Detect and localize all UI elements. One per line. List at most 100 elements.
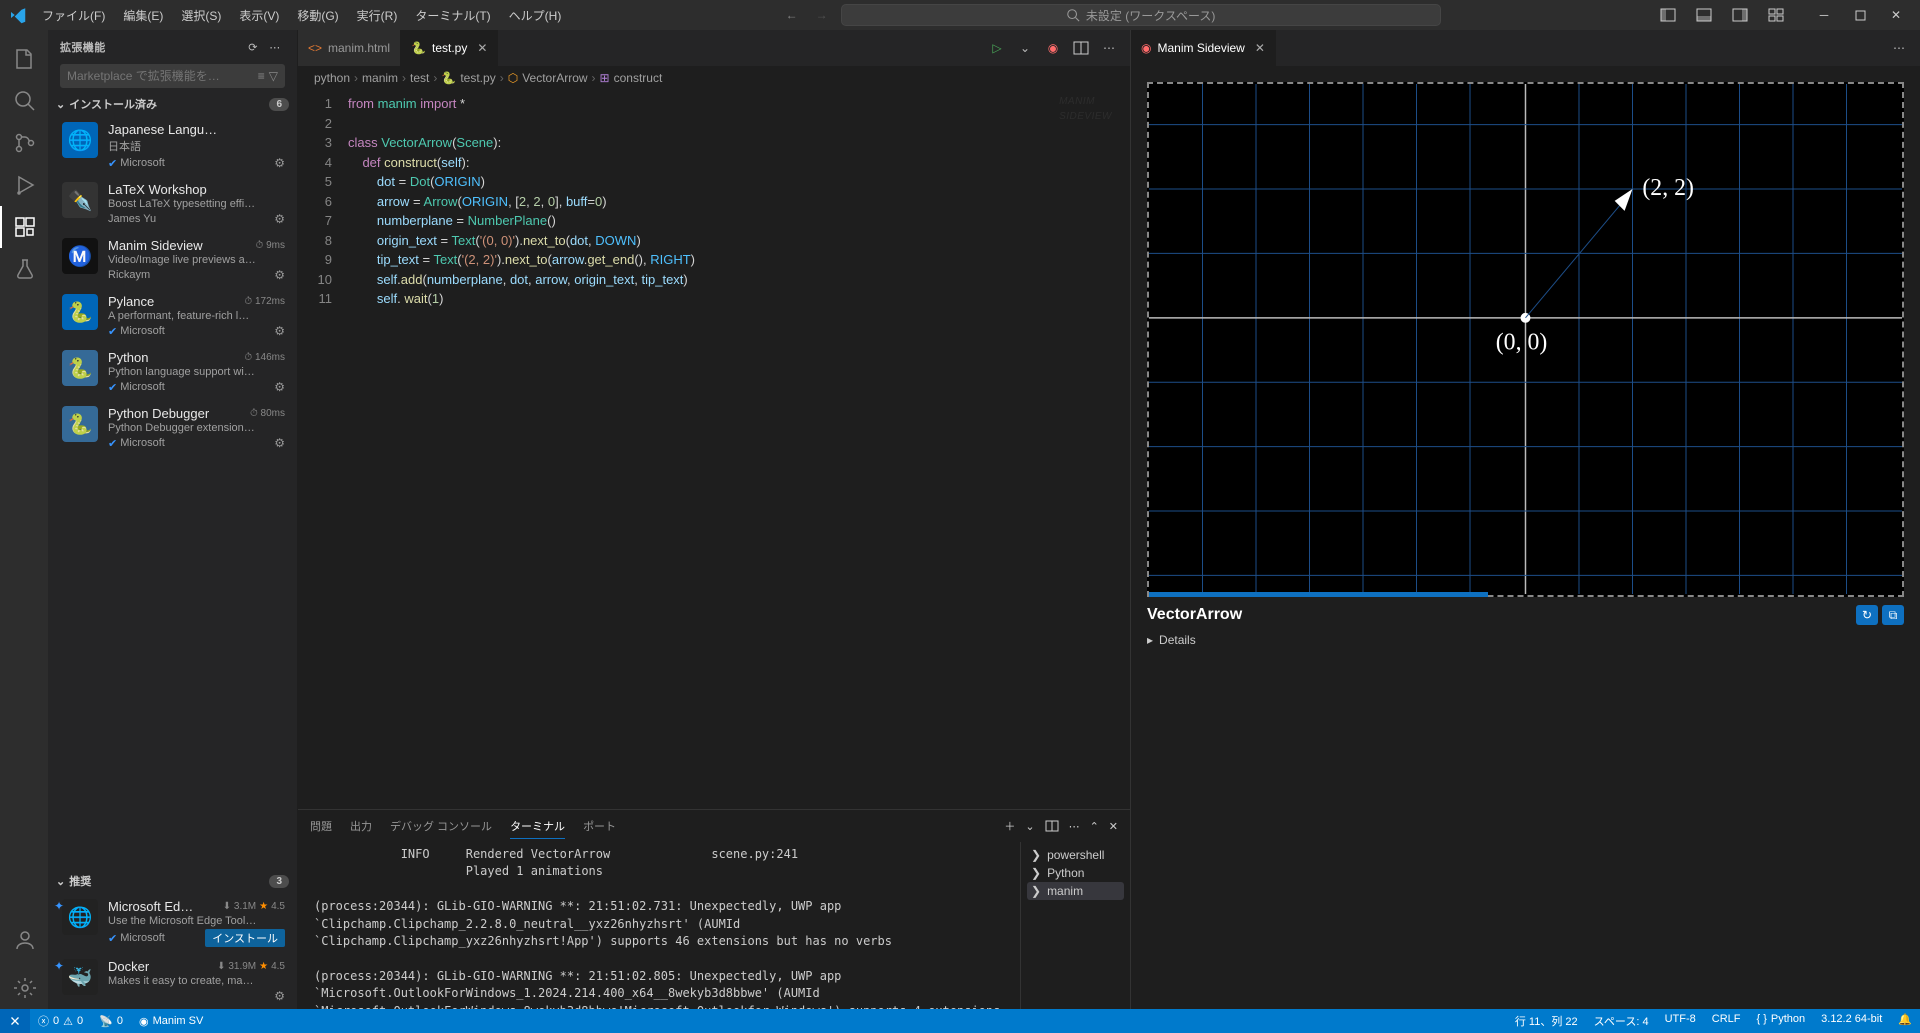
breadcrumbs[interactable]: python› manim› test› 🐍test.py› ⬡VectorAr…	[298, 66, 1130, 90]
menu-edit[interactable]: 編集(E)	[115, 3, 171, 28]
layout-toggle-bot-icon[interactable]	[1688, 1, 1720, 29]
terminal-manim[interactable]: ❯manim	[1027, 882, 1124, 900]
menu-go[interactable]: 移動(G)	[289, 3, 346, 28]
window-minimize-icon[interactable]: ─	[1808, 1, 1840, 29]
window-maximize-icon[interactable]	[1844, 1, 1876, 29]
ext-item[interactable]: 🐍 Python Debugger⏱ 80ms Python Debugger …	[48, 400, 297, 456]
panel-tab-problems[interactable]: 問題	[310, 814, 332, 838]
terminal-python[interactable]: ❯Python	[1027, 864, 1124, 882]
split-run-icon[interactable]: ⌄	[1014, 37, 1036, 59]
sb-encoding[interactable]: UTF-8	[1657, 1013, 1704, 1025]
menu-file[interactable]: ファイル(F)	[34, 3, 113, 28]
code-editor[interactable]: MANIMSIDEVIEW 1234567891011 from manim i…	[298, 90, 1130, 809]
sb-eol[interactable]: CRLF	[1704, 1013, 1749, 1025]
ab-run-icon[interactable]	[0, 164, 48, 206]
section-installed[interactable]: ⌄ インストール済み 6	[48, 92, 297, 116]
ext-item[interactable]: ✒️ LaTeX Workshop Boost LaTeX typesettin…	[48, 176, 297, 232]
ab-account-icon[interactable]	[0, 919, 48, 961]
panel-close-icon[interactable]: ✕	[1109, 820, 1118, 833]
ext-search[interactable]: ≡ ▽	[60, 64, 285, 88]
gear-icon[interactable]: ⚙	[274, 436, 285, 450]
terminal-dropdown-icon[interactable]: ⌄	[1025, 820, 1034, 833]
nav-back-icon[interactable]: ←	[781, 4, 803, 26]
ext-name: Python Debugger	[108, 406, 209, 421]
refresh-icon[interactable]: ⟳	[243, 37, 263, 57]
funnel-icon[interactable]: ▽	[269, 69, 278, 83]
run-file-icon[interactable]: ▷	[986, 37, 1008, 59]
gear-icon[interactable]: ⚙	[274, 324, 285, 338]
panel-maximize-icon[interactable]: ⌃	[1090, 820, 1099, 833]
origin-label: (0, 0)	[1496, 330, 1547, 356]
manim-run-icon[interactable]: ◉	[1042, 37, 1064, 59]
sb-manim[interactable]: ◉ Manim SV	[131, 1009, 211, 1033]
sb-cursor-pos[interactable]: 行 11、列 22	[1507, 1013, 1586, 1029]
gear-icon[interactable]: ⚙	[274, 380, 285, 394]
gear-icon[interactable]: ⚙	[274, 989, 285, 1003]
editor-more-icon[interactable]: ⋯	[1098, 37, 1120, 59]
ab-testing-icon[interactable]	[0, 248, 48, 290]
sideview-preview[interactable]: (0, 0) (2, 2)	[1147, 82, 1904, 597]
clear-filter-icon[interactable]: ≡	[258, 69, 265, 83]
ab-explorer-icon[interactable]	[0, 38, 48, 80]
progress-bar[interactable]	[1149, 592, 1488, 597]
menu-terminal[interactable]: ターミナル(T)	[407, 3, 498, 28]
ext-item[interactable]: 🌐 Japanese Language Pack f… 日本語 ✔Microso…	[48, 116, 297, 176]
terminal-powershell[interactable]: ❯powershell	[1027, 846, 1124, 864]
close-tab-icon[interactable]: ✕	[477, 41, 487, 55]
sb-errors[interactable]: ⓧ 0 ⚠ 0	[30, 1009, 91, 1033]
panel-tab-output[interactable]: 出力	[350, 814, 372, 838]
remote-indicator[interactable]	[0, 1009, 30, 1033]
ext-item[interactable]: Ⓜ️ Manim Sideview⏱ 9ms Video/Image live …	[48, 232, 297, 288]
command-center[interactable]: 未設定 (ワークスペース)	[841, 4, 1441, 26]
tab-manim-html[interactable]: <> manim.html	[298, 30, 401, 66]
ab-settings-icon[interactable]	[0, 967, 48, 1009]
ext-item[interactable]: 🐍 Pylance⏱ 172ms A performant, feature-r…	[48, 288, 297, 344]
ext-item[interactable]: ✦ 🐳 Docker⬇ 31.9M ★ 4.5 Makes it easy to…	[48, 953, 297, 1009]
details-toggle[interactable]: ▸ Details	[1147, 633, 1904, 647]
more-icon[interactable]: ⋯	[265, 37, 285, 57]
method-icon: ⊞	[600, 71, 610, 85]
section-recommended[interactable]: ⌄ 推奨 3	[48, 869, 297, 893]
layout-custom-icon[interactable]	[1760, 1, 1792, 29]
tab-test-py[interactable]: 🐍 test.py ✕	[401, 30, 498, 66]
menu-help[interactable]: ヘルプ(H)	[501, 3, 570, 28]
close-tab-icon[interactable]: ✕	[1255, 41, 1265, 55]
install-button[interactable]: インストール	[205, 929, 285, 947]
sb-ports[interactable]: 📡 0	[91, 1009, 131, 1033]
python-file-icon: 🐍	[441, 71, 456, 85]
ext-item[interactable]: 🐍 Python⏱ 146ms Python language support …	[48, 344, 297, 400]
sideview-more-icon[interactable]: ⋯	[1888, 37, 1910, 59]
sb-indent[interactable]: スペース: 4	[1586, 1013, 1657, 1029]
split-editor-icon[interactable]	[1070, 37, 1092, 59]
new-terminal-icon[interactable]: ＋	[1004, 818, 1015, 834]
window-close-icon[interactable]: ✕	[1880, 1, 1912, 29]
terminal-output[interactable]: INFO Rendered VectorArrow scene.py:241 P…	[298, 842, 1020, 1009]
panel-tab-ports[interactable]: ポート	[583, 814, 616, 838]
ext-name: Microsoft Ed…	[108, 899, 193, 914]
sb-notifications-icon[interactable]: 🔔	[1890, 1013, 1920, 1026]
code-content[interactable]: from manim import * class VectorArrow(Sc…	[348, 90, 1130, 809]
tab-manim-sideview[interactable]: ◉ Manim Sideview ✕	[1131, 30, 1276, 66]
sb-python-version[interactable]: 3.12.2 64-bit	[1813, 1013, 1890, 1025]
popout-icon[interactable]: ⧉	[1882, 605, 1904, 625]
panel-tab-debug[interactable]: デバッグ コンソール	[390, 814, 492, 838]
nav-forward-icon[interactable]: →	[811, 4, 833, 26]
panel-tab-terminal[interactable]: ターミナル	[510, 814, 565, 839]
reload-icon[interactable]: ↻	[1856, 605, 1878, 625]
gear-icon[interactable]: ⚙	[274, 156, 285, 170]
sb-lang[interactable]: { } Python	[1748, 1013, 1813, 1025]
menu-run[interactable]: 実行(R)	[349, 3, 406, 28]
menu-view[interactable]: 表示(V)	[231, 3, 287, 28]
ab-extensions-icon[interactable]	[0, 206, 48, 248]
layout-toggle-left-icon[interactable]	[1652, 1, 1684, 29]
layout-toggle-right-icon[interactable]	[1724, 1, 1756, 29]
gear-icon[interactable]: ⚙	[274, 212, 285, 226]
menu-selection[interactable]: 選択(S)	[173, 3, 229, 28]
kill-terminal-icon[interactable]: ⋯	[1069, 820, 1080, 833]
split-terminal-icon[interactable]	[1045, 819, 1059, 833]
ab-scm-icon[interactable]	[0, 122, 48, 164]
ab-search-icon[interactable]	[0, 80, 48, 122]
ext-item[interactable]: ✦ 🌐 Microsoft Ed…⬇ 3.1M ★ 4.5 Use the Mi…	[48, 893, 297, 953]
gear-icon[interactable]: ⚙	[274, 268, 285, 282]
ext-search-input[interactable]	[67, 69, 254, 83]
